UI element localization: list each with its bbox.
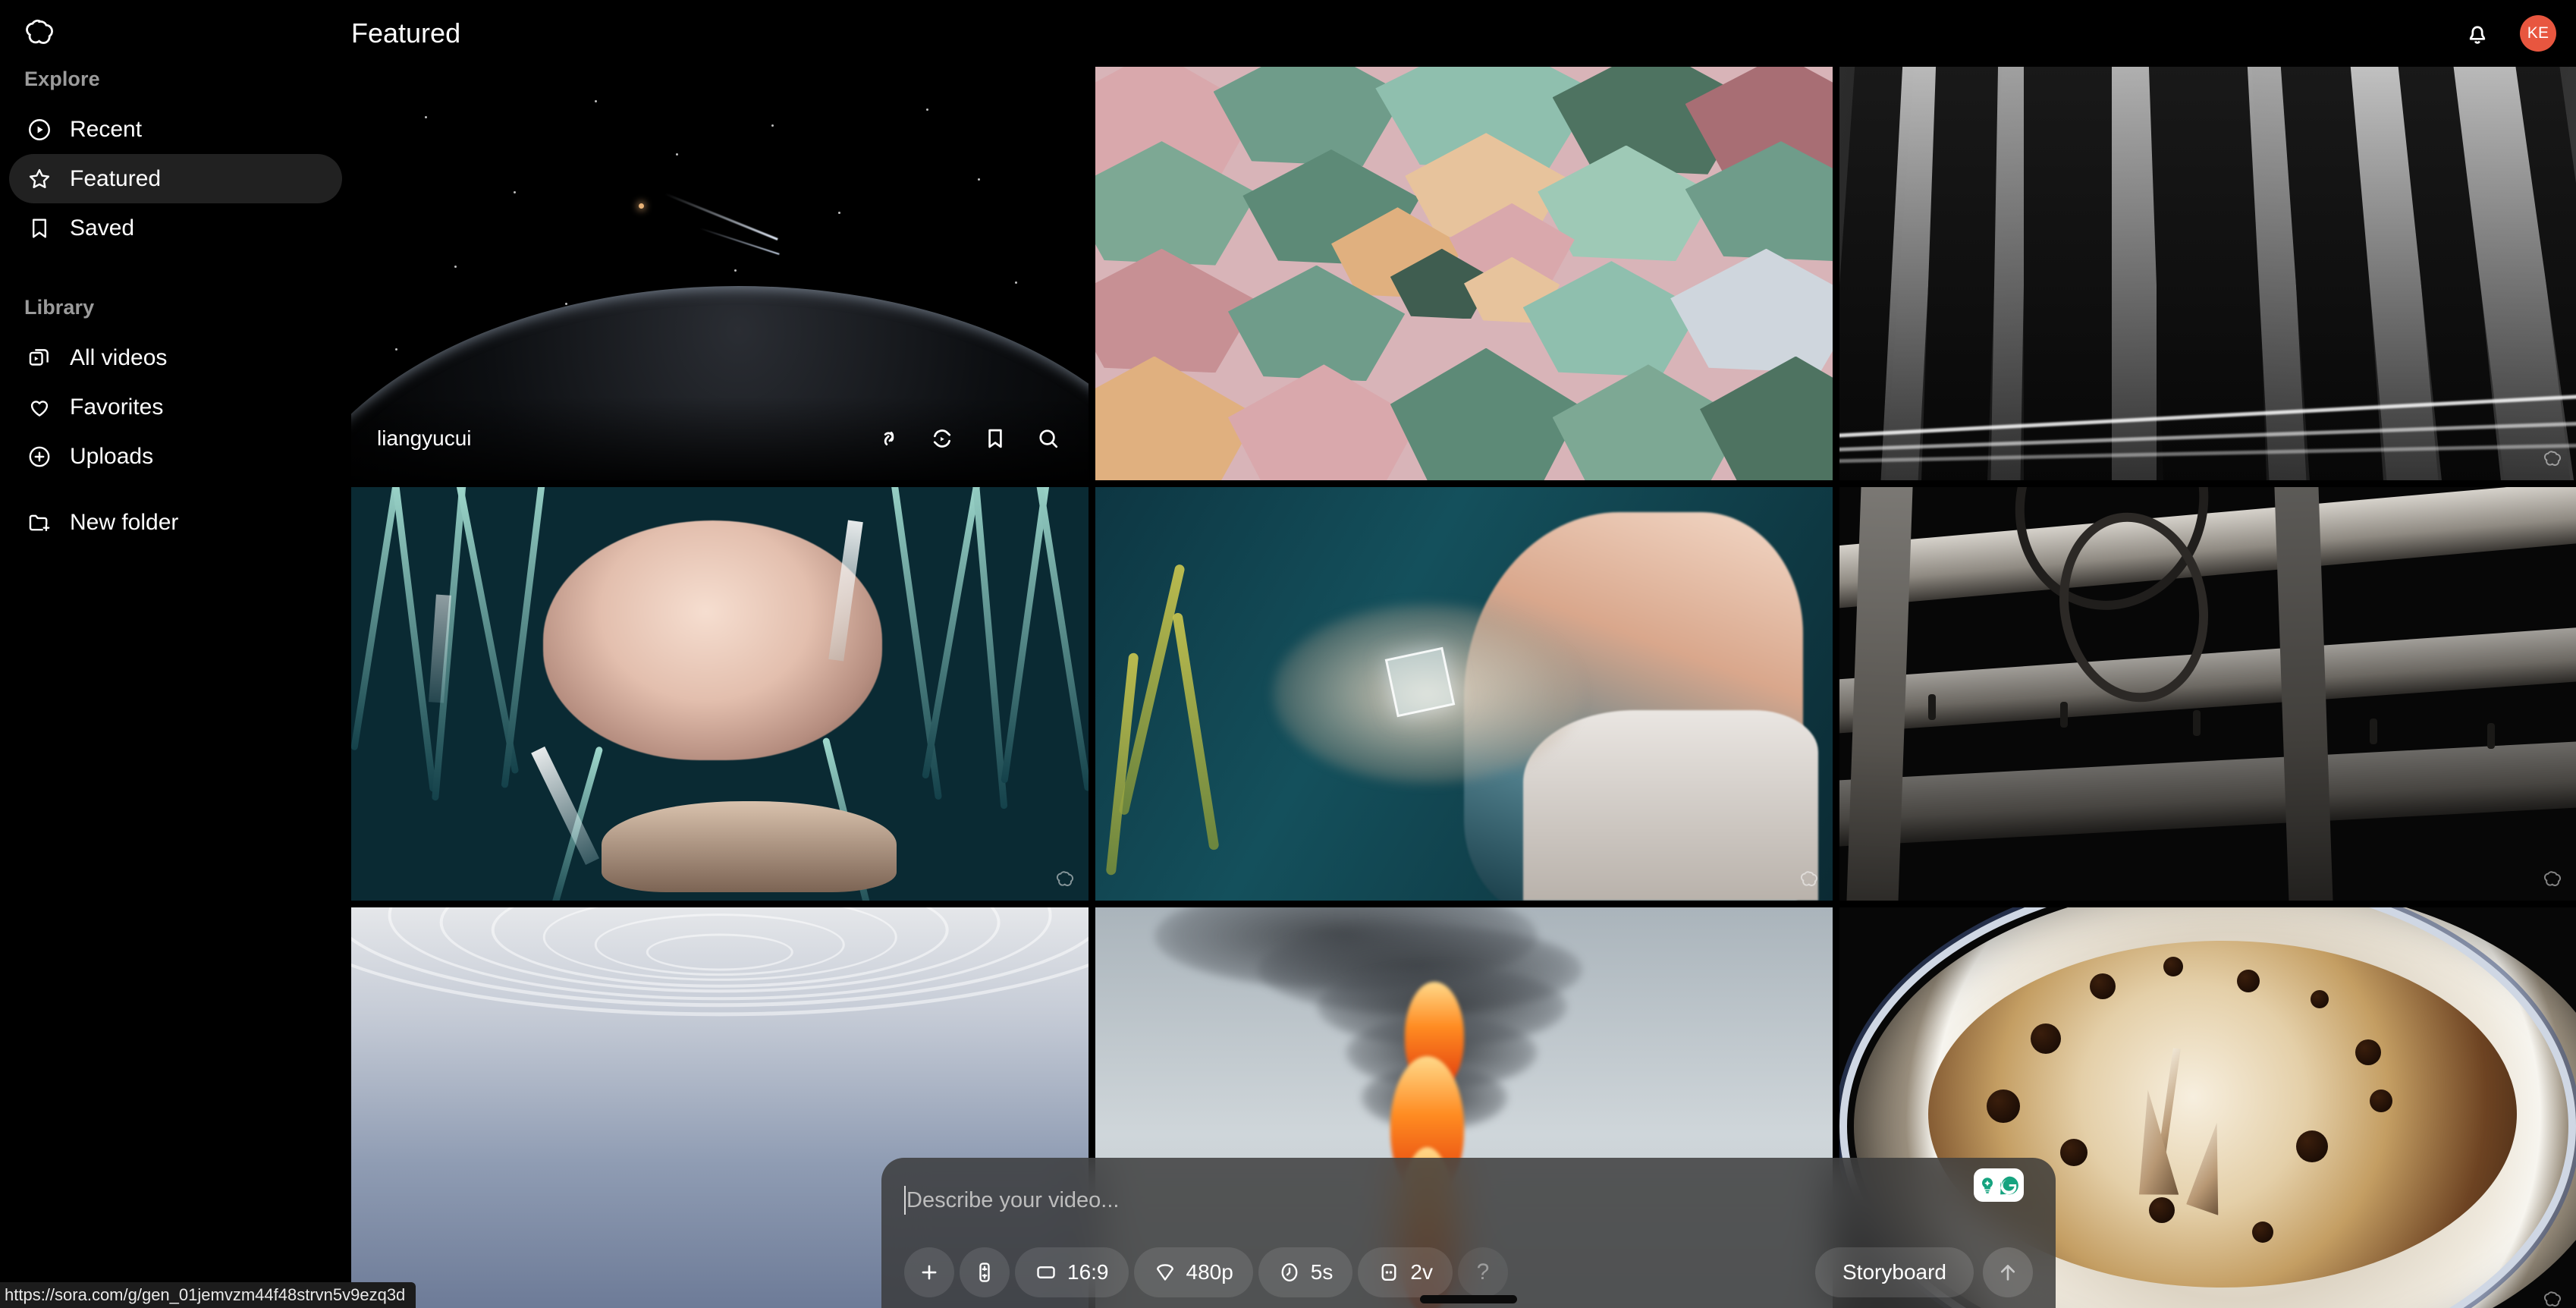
sora-app-window: Explore Recent Featured Saved Library Al…: [0, 0, 2576, 1308]
video-thumbnail: [1095, 487, 1833, 901]
sidebar-item-uploads[interactable]: Uploads: [9, 432, 342, 481]
video-grid: liangyucui: [351, 67, 2576, 1308]
wooden-fence-rope-video[interactable]: [1839, 487, 2576, 901]
folder-plus-icon: [26, 509, 53, 536]
aspect-ratio-icon: [1037, 1266, 1055, 1278]
sidebar-item-label: All videos: [70, 344, 168, 370]
grammarly-badge[interactable]: [1974, 1168, 2024, 1202]
text-caret: [904, 1186, 906, 1215]
resolution-icon: [1156, 1264, 1173, 1281]
woman-glowing-cube-video[interactable]: [1095, 487, 1833, 901]
aspect-ratio-chip[interactable]: 16:9: [1015, 1247, 1129, 1297]
sidebar-heading-library: Library: [24, 295, 95, 319]
sora-watermark-icon: [2541, 448, 2564, 471]
variations-chip[interactable]: 2v: [1358, 1247, 1453, 1297]
brutalist-architecture-video[interactable]: [1839, 67, 2576, 480]
card-hover-overlay: liangyucui: [351, 397, 1089, 480]
aspect-ratio-value: 16:9: [1067, 1260, 1109, 1284]
heart-icon: [26, 394, 53, 421]
card-username[interactable]: liangyucui: [377, 426, 472, 451]
card-actions: [875, 424, 1063, 453]
plus-icon: [922, 1265, 937, 1280]
storyboard-button[interactable]: Storyboard: [1815, 1247, 1974, 1297]
sidebar: Explore Recent Featured Saved Library Al…: [0, 0, 351, 1308]
prompt-composer: Describe your video... 16:9 480p 5s 2v ?…: [881, 1158, 2056, 1308]
sidebar-item-featured[interactable]: Featured: [9, 154, 342, 203]
space-starfield-video[interactable]: liangyucui: [351, 67, 1089, 480]
composer-actions: Storyboard: [1815, 1247, 2033, 1297]
resolution-chip[interactable]: 480p: [1133, 1247, 1253, 1297]
top-header: Featured KE: [351, 0, 2576, 67]
sidebar-item-label: New folder: [70, 509, 179, 535]
grid-row: liangyucui: [351, 67, 2576, 480]
sidebar-item-label: Featured: [70, 165, 162, 191]
remix-link-icon[interactable]: [875, 424, 903, 453]
prompt-input-row[interactable]: Describe your video...: [904, 1158, 2033, 1243]
help-chip[interactable]: ?: [1457, 1247, 1508, 1297]
video-thumbnail: [351, 487, 1089, 901]
sidebar-item-recent[interactable]: Recent: [9, 105, 342, 154]
play-circle-icon: [26, 116, 53, 143]
sidebar-item-label: Uploads: [70, 443, 154, 469]
variations-icon: [1381, 1264, 1396, 1281]
sea-anemone-macro-video[interactable]: [351, 487, 1089, 901]
sora-watermark-icon: [1054, 869, 1076, 891]
sidebar-section-library: Library All videos Favorites Uploads New…: [0, 292, 351, 547]
sidebar-item-label: Recent: [70, 116, 143, 142]
grammarly-g-icon: [2000, 1176, 2018, 1194]
sidebar-item-saved[interactable]: Saved: [9, 203, 342, 253]
bookmark-icon[interactable]: [981, 424, 1010, 453]
bell-icon[interactable]: [2461, 17, 2494, 50]
openai-logo-icon[interactable]: [15, 9, 64, 58]
add-attachment-button[interactable]: [904, 1247, 954, 1297]
grid-row: [351, 487, 2576, 901]
composer-toolbar: 16:9 480p 5s 2v ? Storyboard: [904, 1243, 2033, 1302]
presets-icon: [979, 1262, 990, 1282]
arrow-up-icon: [2000, 1265, 2015, 1281]
search-icon[interactable]: [1034, 424, 1063, 453]
duration-chip[interactable]: 5s: [1258, 1247, 1353, 1297]
video-thumbnail: [1839, 487, 2576, 901]
plus-circle-icon: [26, 443, 53, 470]
header-right: KE: [2461, 15, 2576, 52]
sora-watermark-icon: [2541, 1289, 2564, 1308]
sidebar-section-explore: Explore Recent Featured Saved: [0, 64, 351, 253]
avatar[interactable]: KE: [2520, 15, 2556, 52]
bookmark-icon: [26, 215, 53, 242]
video-thumbnail: [1095, 67, 1833, 480]
presets-button[interactable]: [960, 1247, 1010, 1297]
variations-value: 2v: [1410, 1260, 1433, 1284]
status-bar-url: https://sora.com/g/gen_01jemvzm44f48strv…: [0, 1282, 416, 1308]
origami-paper-flowers-video[interactable]: [1095, 67, 1833, 480]
home-indicator: [1420, 1295, 1517, 1303]
star-icon: [26, 165, 53, 193]
sidebar-item-new-folder[interactable]: New folder: [9, 498, 342, 547]
duration-icon: [1281, 1263, 1298, 1281]
lightbulb-icon: [1982, 1177, 1993, 1193]
sidebar-item-label: Favorites: [70, 394, 164, 420]
recut-icon[interactable]: [928, 424, 957, 453]
header-left: Featured: [351, 17, 460, 49]
duration-value: 5s: [1310, 1260, 1334, 1284]
sidebar-item-favorites[interactable]: Favorites: [9, 382, 342, 432]
send-button[interactable]: [1983, 1247, 2033, 1297]
sora-watermark-icon: [1798, 869, 1820, 891]
sidebar-heading-explore: Explore: [24, 67, 100, 90]
resolution-value: 480p: [1186, 1260, 1233, 1284]
videos-stack-icon: [26, 344, 53, 372]
sora-watermark-icon: [2541, 869, 2564, 891]
sidebar-item-all-videos[interactable]: All videos: [9, 333, 342, 382]
prompt-placeholder[interactable]: Describe your video...: [906, 1188, 1119, 1213]
video-thumbnail: [1839, 67, 2576, 480]
help-icon: ?: [1476, 1259, 1490, 1284]
sidebar-item-label: Saved: [70, 215, 135, 241]
page-title: Featured: [351, 17, 461, 49]
